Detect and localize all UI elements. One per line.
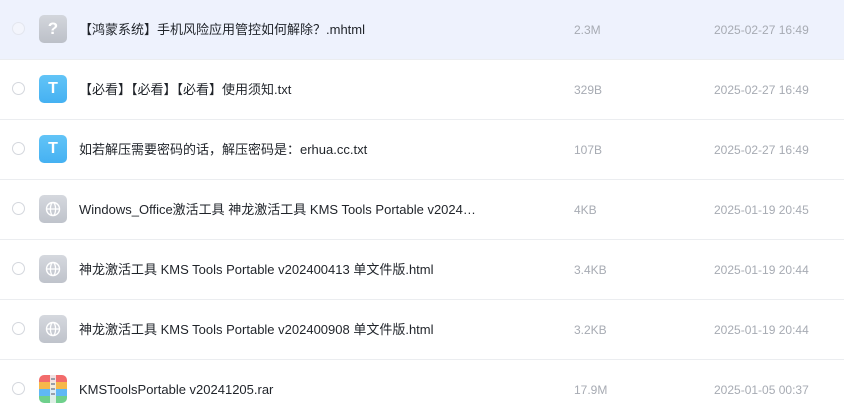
- globe-icon: [45, 321, 61, 337]
- file-row[interactable]: 神龙激活工具 KMS Tools Portable v202400413 单文件…: [0, 240, 844, 300]
- file-size: 17.9M: [574, 383, 608, 397]
- file-date: 2025-02-27 16:49: [714, 83, 809, 97]
- file-size: 329B: [574, 83, 603, 97]
- rar-file-icon: [39, 375, 67, 403]
- file-row[interactable]: Windows_Office激活工具 神龙激活工具 KMS Tools Port…: [0, 180, 844, 240]
- file-name[interactable]: 如若解压需要密码的话，解压密码是：erhua.cc.txt: [79, 141, 499, 159]
- select-checkbox[interactable]: [12, 142, 25, 155]
- file-row[interactable]: T 【必看】【必看】【必看】使用须知.txt 329B 2025-02-27 1…: [0, 60, 844, 120]
- txt-file-icon: T: [39, 135, 67, 163]
- archive-icon: [39, 375, 67, 403]
- select-checkbox[interactable]: [12, 262, 25, 275]
- file-name[interactable]: 神龙激活工具 KMS Tools Portable v202400413 单文件…: [79, 261, 499, 279]
- html-file-icon: [39, 195, 67, 223]
- file-date: 2025-02-27 16:49: [714, 143, 809, 157]
- file-name[interactable]: 神龙激活工具 KMS Tools Portable v202400908 单文件…: [79, 321, 499, 339]
- file-row[interactable]: T 如若解压需要密码的话，解压密码是：erhua.cc.txt 107B 202…: [0, 120, 844, 180]
- select-checkbox[interactable]: [12, 22, 25, 35]
- file-size: 107B: [574, 143, 603, 157]
- file-name[interactable]: 【鸿蒙系统】手机风险应用管控如何解除？.mhtml: [79, 21, 499, 39]
- unknown-file-icon: ?: [39, 15, 67, 43]
- file-name[interactable]: Windows_Office激活工具 神龙激活工具 KMS Tools Port…: [79, 201, 499, 219]
- file-date: 2025-02-27 16:49: [714, 23, 809, 37]
- file-date: 2025-01-19 20:44: [714, 263, 809, 277]
- file-size: 3.2KB: [574, 323, 607, 337]
- globe-icon: [45, 261, 61, 277]
- file-size: 4KB: [574, 203, 597, 217]
- html-file-icon: [39, 315, 67, 343]
- select-checkbox[interactable]: [12, 322, 25, 335]
- file-name[interactable]: 【必看】【必看】【必看】使用须知.txt: [79, 81, 499, 99]
- file-row[interactable]: KMSToolsPortable v20241205.rar 17.9M 202…: [0, 360, 844, 403]
- file-date: 2025-01-19 20:45: [714, 203, 809, 217]
- file-row[interactable]: ? 【鸿蒙系统】手机风险应用管控如何解除？.mhtml 2.3M 2025-02…: [0, 0, 844, 60]
- globe-icon: [45, 201, 61, 217]
- file-size: 2.3M: [574, 23, 601, 37]
- file-name[interactable]: KMSToolsPortable v20241205.rar: [79, 381, 499, 399]
- txt-file-icon: T: [39, 75, 67, 103]
- select-checkbox[interactable]: [12, 82, 25, 95]
- select-checkbox[interactable]: [12, 202, 25, 215]
- file-size: 3.4KB: [574, 263, 607, 277]
- file-list: ? 【鸿蒙系统】手机风险应用管控如何解除？.mhtml 2.3M 2025-02…: [0, 0, 844, 403]
- file-date: 2025-01-19 20:44: [714, 323, 809, 337]
- html-file-icon: [39, 255, 67, 283]
- file-date: 2025-01-05 00:37: [714, 383, 809, 397]
- select-checkbox[interactable]: [12, 382, 25, 395]
- file-row[interactable]: 神龙激活工具 KMS Tools Portable v202400908 单文件…: [0, 300, 844, 360]
